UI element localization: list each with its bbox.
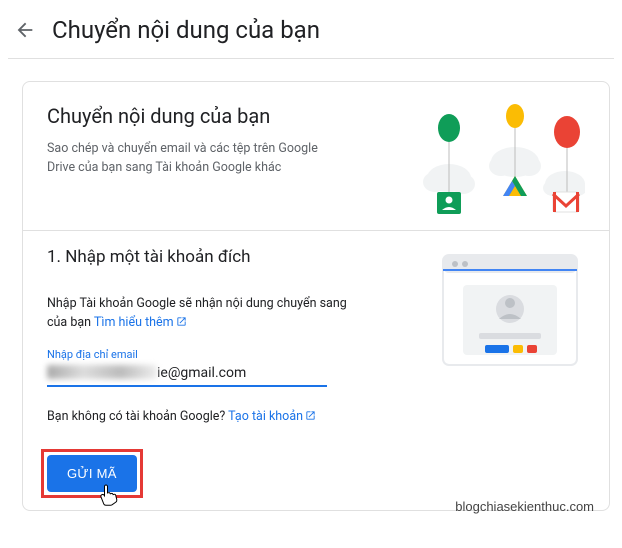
card-subtitle: Sao chép và chuyển email và các tệp trên…: [47, 140, 337, 178]
transfer-card: Chuyển nội dung của bạn Sao chép và chuy…: [22, 81, 610, 511]
external-link-icon: [176, 315, 187, 334]
header-divider: [8, 58, 614, 59]
no-account-text: Bạn không có tài khoản Google?: [47, 409, 228, 424]
page-title: Chuyển nội dung của bạn: [52, 16, 320, 44]
card-intro: Chuyển nội dung của bạn Sao chép và chuy…: [23, 82, 609, 228]
no-account-row: Bạn không có tài khoản Google? Tạo tài k…: [47, 409, 411, 425]
profile-window-illustration: [435, 247, 585, 425]
email-input-label: Nhập địa chỉ email: [47, 348, 327, 361]
learn-more-link[interactable]: Tìm hiểu thêm: [94, 315, 187, 330]
email-visible-part: ie@gmail.com: [157, 365, 246, 381]
submit-row: GỬI MÃ: [47, 455, 137, 492]
send-code-button[interactable]: GỬI MÃ: [47, 455, 137, 492]
watermark-text: blogchiasekienthuc.com: [455, 499, 594, 514]
step-1-desc-text: Nhập Tài khoản Google sẽ nhận nội dung c…: [47, 296, 347, 330]
card-title: Chuyển nội dung của bạn: [47, 104, 395, 128]
balloons-illustration: [415, 104, 585, 214]
email-field[interactable]: ie@gmail.com: [47, 361, 327, 387]
back-arrow-icon[interactable]: [14, 19, 36, 41]
create-account-link[interactable]: Tạo tài khoản: [228, 409, 316, 424]
step-1-description: Nhập Tài khoản Google sẽ nhận nội dung c…: [47, 295, 347, 334]
step-1-section: 1. Nhập một tài khoản đích Nhập Tài khoả…: [23, 231, 609, 443]
header: Chuyển nội dung của bạn: [0, 0, 622, 58]
step-1-heading: 1. Nhập một tài khoản đích: [47, 247, 411, 267]
external-link-icon: [305, 410, 316, 425]
email-input-group: Nhập địa chỉ email ie@gmail.com: [47, 348, 327, 387]
